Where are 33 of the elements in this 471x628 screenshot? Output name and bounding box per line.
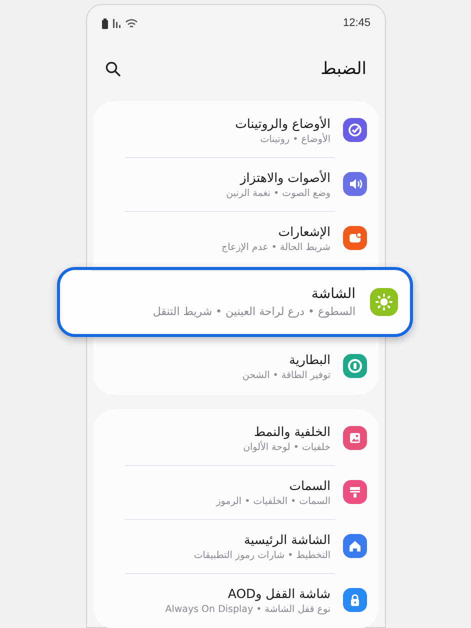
item-title: السمات [289,478,330,492]
search-icon [104,61,120,77]
item-subtitle: السطوع • درع لراحة العينين • شريط التنقل [152,305,356,318]
settings-item[interactable]: الشاشة السطوع • درع لراحة العينين • شريط التنقل [56,267,412,337]
item-subtitle: الأوضاع • روتينات [260,134,330,144]
settings-item[interactable]: الأوضاع والروتينات الأوضاع • روتينات [92,103,378,157]
item-title: البطارية [289,352,330,366]
item-subtitle: خلفيات • لوحة الألوان [243,442,330,452]
item-subtitle: شريط الحالة • عدم الإزعاج [222,242,330,252]
settings-item[interactable]: الخلفية والنمط خلفيات • لوحة الألوان [92,411,378,465]
item-title: الإشعارات [278,224,330,238]
battery-icon [100,18,108,28]
signal-icon [112,18,122,28]
item-title: الأوضاع والروتينات [235,116,330,130]
settings-item[interactable]: البطارية توفير الطاقة • الشحن [92,339,378,393]
item-title: الأصوات والاهتزاز [240,170,330,184]
page-title: الضبط [320,59,366,79]
item-title: الشاشة [311,286,356,302]
item-subtitle: وضع الصوت • نغمة الرنين [226,188,330,198]
settings-item[interactable]: السمات السمات • الخلفيات • الرموز [92,465,378,519]
settings-item[interactable]: الشاشة الرئيسية التخطيط • شارات رموز التطبيقات [92,519,378,573]
settings-item[interactable]: الأصوات والاهتزاز وضع الصوت • نغمة الرنين [92,157,378,211]
status-time: 12:45 [342,17,370,29]
item-subtitle: التخطيط • شارات رموز التطبيقات [194,550,330,560]
item-title: الخلفية والنمط [254,424,330,438]
item-subtitle: نوع قفل الشاشة • Always On Display [165,604,330,614]
item-title: الشاشة الرئيسية [244,532,330,546]
item-title: شاشة القفل وAOD [228,586,330,600]
settings-item[interactable]: شاشة القفل وAOD نوع قفل الشاشة • Always On Display [92,573,378,627]
item-subtitle: توفير الطاقة • الشحن [242,370,330,380]
settings-item[interactable]: الإشعارات شريط الحالة • عدم الإزعاج [92,211,378,265]
item-subtitle: السمات • الخلفيات • الرموز [216,496,330,506]
wifi-icon [124,18,138,28]
